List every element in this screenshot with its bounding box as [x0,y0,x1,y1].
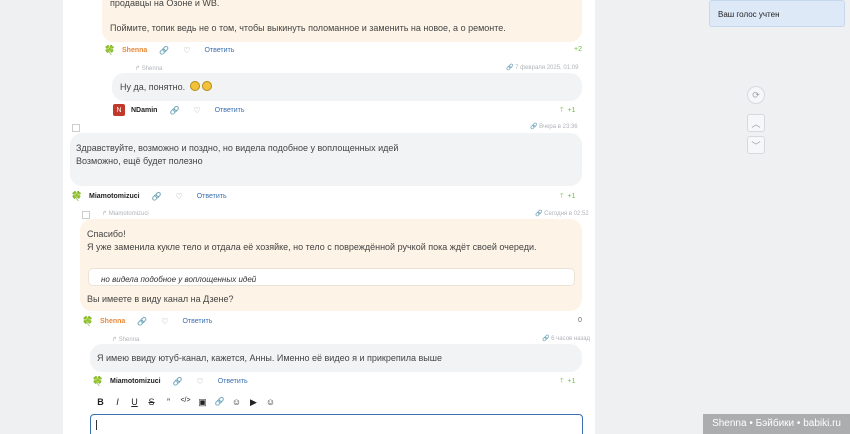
comment-author[interactable]: Shenna [122,47,147,54]
heart-icon[interactable]: ♡ [183,46,190,55]
comment-bubble: Я имею ввиду ютуб-канал, кажется, Анны. … [90,344,582,372]
comment-score: 🡑 +1 [560,378,576,385]
editor-toolbar: B I U S ” </> ▣ 🔗 ☺ ▶ ☺ [92,397,279,408]
quote-block: но видела подобное у воплощенных идей [88,268,575,286]
image-button[interactable]: ▣ [194,397,211,408]
bold-button[interactable]: B [92,397,109,408]
heart-icon[interactable]: ♡ [176,192,183,201]
arrow-up-icon[interactable]: 🡑 [560,193,564,200]
avatar[interactable]: N [113,104,125,116]
heart-icon[interactable]: ♡ [197,377,204,386]
italic-button[interactable]: I [109,397,126,408]
avatar[interactable]: 🍀 [71,190,83,202]
link-icon[interactable]: 🔗 [137,317,147,326]
link-icon: 🔗 [506,65,514,71]
link-icon: 🔗 [530,124,538,130]
arrow-up-icon[interactable]: 🡑 [560,378,564,385]
chevron-down-icon[interactable]: ﹀ [747,136,765,154]
link-icon[interactable]: 🔗 [152,192,162,201]
reply-arrow-icon: ↱ [102,211,108,217]
comment-text: Вы имеете в виду канал на Дзене? [87,294,234,304]
comment-score: 🡑 +1 [560,107,576,114]
comment-text: Я имею ввиду ютуб-канал, кажется, Анны. … [97,353,442,363]
comment-text: Ну да, понятно. [120,81,212,94]
comment-bubble: Спасибо! Я уже заменила кукле тело и отд… [80,219,582,311]
link-icon: 🔗 [542,336,550,342]
reply-to[interactable]: ↱ Miamotomizuci [102,210,149,217]
comment-footer: 🍀 Miamotomizuci 🔗 ♡ Ответить [92,374,248,388]
comment-author[interactable]: Miamotomizuci [110,378,161,385]
link-icon: 🔗 [535,211,543,217]
code-button[interactable]: </> [177,397,194,408]
reply-button[interactable]: Ответить [197,193,227,200]
underline-button[interactable]: U [126,397,143,408]
comment-bubble: Ну да, понятно. [112,73,582,101]
emoji-button[interactable]: ☺ [262,397,279,408]
heart-icon[interactable]: ♡ [193,106,200,115]
link-icon[interactable]: 🔗 [159,46,169,55]
watermark: Shenna • Бэйбики • babiki.ru [703,414,850,434]
comment-footer: 🍀 Shenna 🔗 ♡ Ответить [104,43,234,57]
media-button[interactable]: ▶ [245,397,262,408]
comment-score: +2 [574,46,582,53]
reply-arrow-icon: ↱ [112,337,118,343]
comment-time: 🔗 6 часов назад [542,336,591,342]
collapse-toggle[interactable] [82,211,90,219]
quote-button[interactable]: ” [160,397,177,408]
comment-text: Здравствуйте, возможно и поздно, но виде… [76,143,399,153]
collapse-toggle[interactable] [72,124,80,132]
reply-button[interactable]: Ответить [218,378,248,385]
comment-time: 🔗 Вчера в 23:36 [530,124,578,130]
comment-time: 🔗 7 февраля 2025, 01:09 [506,65,579,71]
mention-button[interactable]: ☺ [228,397,245,408]
comment-footer: 🍀 Shenna 🔗 ♡ Ответить [82,314,212,328]
reply-arrow-icon: ↱ [135,66,141,72]
reply-button[interactable]: Ответить [182,318,212,325]
emoji-icon [189,81,200,91]
comment-score: 0 [578,317,582,324]
link-icon[interactable]: 🔗 [173,377,183,386]
heart-icon[interactable]: ♡ [161,317,168,326]
comment-text: Я уже заменила кукле тело и отдала её хо… [87,242,537,252]
comment-author[interactable]: Shenna [100,318,125,325]
comment-time: 🔗 Сегодня в 02:52 [535,211,589,217]
avatar[interactable]: 🍀 [82,315,94,327]
text-caret [96,420,97,430]
comment-score: 🡑 +1 [560,193,576,200]
comment-footer: N NDamin 🔗 ♡ Ответить [113,103,245,117]
comment-text: Поймите, топик ведь не о том, чтобы выки… [110,23,506,33]
comment-text: Возможно, ещё будет полезно [76,156,203,166]
reply-to[interactable]: ↱ Shenna [135,65,162,72]
avatar[interactable]: 🍀 [92,375,104,387]
comment-author[interactable]: NDamin [131,107,157,114]
comment-bubble: Здравствуйте, возможно и поздно, но виде… [70,133,582,186]
vote-notification: Ваш голос учтен [709,0,845,27]
refresh-icon[interactable]: ⟳ [747,86,765,104]
link-button[interactable]: 🔗 [211,397,228,408]
arrow-up-icon[interactable]: 🡑 [560,107,564,114]
avatar[interactable]: 🍀 [104,44,116,56]
comment-editor[interactable] [90,414,583,434]
comment-text: Спасибо! [87,229,126,239]
reply-to[interactable]: ↱ Shenna [112,336,139,343]
link-icon[interactable]: 🔗 [169,106,179,115]
comment-text: продавцы на Озоне и WB. [110,0,220,8]
reply-button[interactable]: Ответить [215,107,245,114]
chevron-up-icon[interactable]: ︿ [747,114,765,132]
comment-bubble: продавцы на Озоне и WB. Поймите, топик в… [102,0,582,42]
reply-button[interactable]: Ответить [204,47,234,54]
emoji-icon [201,81,212,91]
comment-footer: 🍀 Miamotomizuci 🔗 ♡ Ответить [71,189,227,203]
strikethrough-button[interactable]: S [143,397,160,408]
comment-author[interactable]: Miamotomizuci [89,193,140,200]
